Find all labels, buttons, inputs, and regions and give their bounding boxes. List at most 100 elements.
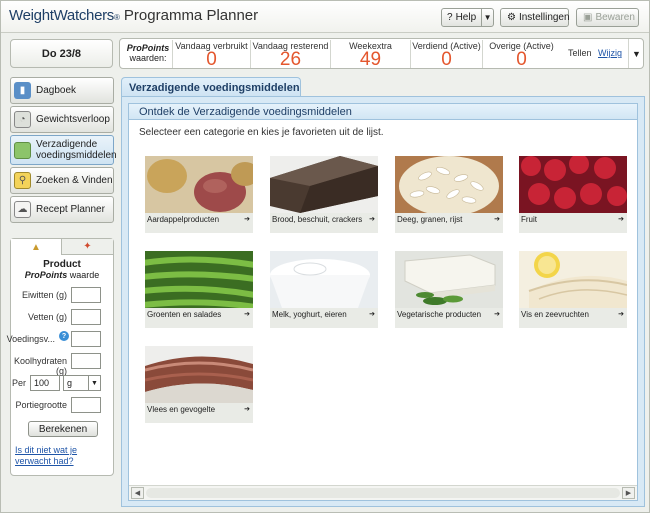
category-label: Deeg, granen, rijst	[395, 213, 503, 233]
points-earned-active: Verdiend (Active) 0	[410, 40, 482, 69]
category-tile-fruit[interactable]: Fruit ➔	[519, 156, 627, 233]
points-used-today: Vandaag verbruikt 0	[172, 40, 250, 69]
per-amount-input[interactable]: 100	[30, 375, 60, 391]
fiber-input[interactable]	[71, 331, 101, 347]
magnifier-icon: ⚲	[14, 172, 31, 189]
app-title: Programma Planner	[123, 7, 259, 24]
category-label: Aardappelproducten	[145, 213, 253, 233]
chevron-down-icon: ▼	[88, 376, 100, 390]
food-bag-icon: ▲	[31, 241, 41, 253]
tab-verzadigende[interactable]: Verzadigende voedingsmiddelen	[121, 77, 301, 97]
category-label: Vegetarische producten	[395, 308, 503, 328]
scroll-left-icon[interactable]: ◀	[131, 487, 144, 499]
panel-title: Ontdek de Verzadigende voedingsmiddelen	[129, 104, 637, 120]
main-panel: Ontdek de Verzadigende voedingsmiddelen …	[121, 96, 645, 507]
calc-subtitle: ProPoints waarde	[24, 270, 100, 280]
category-label: Fruit	[519, 213, 627, 233]
chevron-down-icon[interactable]: ▼	[482, 13, 493, 22]
wijzig-link[interactable]: Wijzig	[598, 48, 622, 58]
tab-activity-calculator[interactable]: ✦	[62, 239, 113, 255]
points-other-active: Overige (Active) 0	[482, 40, 560, 69]
category-label: Melk, yoghurt, eieren	[270, 308, 378, 328]
arrow-right-icon: ➔	[244, 311, 250, 318]
settings-label: Instellingen	[518, 12, 570, 23]
info-icon[interactable]: ?	[59, 331, 69, 341]
nav-item-gewichtsverloop[interactable]: ◔ Gewichtsverloop	[10, 106, 114, 133]
scale-icon: ◔	[14, 111, 31, 128]
category-tile-meat[interactable]: Vlees en gevogelte ➔	[145, 346, 253, 423]
portion-label: Portiegrootte	[15, 400, 67, 410]
arrow-right-icon: ➔	[618, 311, 624, 318]
arrow-right-icon: ➔	[618, 216, 624, 223]
meat-icon	[145, 346, 253, 403]
horizontal-scrollbar[interactable]: ◀ ▶	[129, 485, 637, 500]
save-button[interactable]: ▣ Bewaren	[576, 8, 639, 27]
settings-button[interactable]: ⚙ Instellingen	[500, 8, 570, 27]
panel-intro: Selecteer een categorie en kies je favor…	[139, 127, 384, 138]
carbs-input[interactable]	[71, 353, 101, 369]
question-icon: ?	[447, 12, 453, 23]
app-logo: WeightWatchers ® Programma Planner	[9, 7, 258, 27]
potato-icon	[145, 156, 253, 213]
tab-product-calculator[interactable]: ▲	[11, 239, 62, 255]
arrow-right-icon: ➔	[369, 311, 375, 318]
yoghurt-icon	[270, 251, 378, 308]
nav-item-recept-planner[interactable]: ☁ Recept Planner	[10, 196, 114, 223]
help-link[interactable]: Is dit niet wat je verwacht had?	[15, 445, 105, 467]
gear-icon: ⚙	[507, 12, 516, 23]
points-dropdown-arrow-icon[interactable]: ▼	[628, 39, 644, 68]
protein-input[interactable]	[71, 287, 101, 303]
date-label: Do 23/8	[41, 47, 82, 60]
calculate-button[interactable]: Berekenen	[28, 421, 98, 437]
app-window: WeightWatchers ® Programma Planner ? Help…	[0, 0, 650, 513]
fat-label: Vetten (g)	[27, 312, 67, 322]
brand-name: WeightWatchers	[9, 7, 115, 24]
points-weekly-extra: Weekextra 49	[330, 40, 410, 69]
save-label: Bewaren	[595, 12, 635, 23]
header-bar: WeightWatchers ® Programma Planner ? Help…	[1, 1, 649, 33]
category-tile-bread[interactable]: Brood, beschuit, crackers ➔	[270, 156, 378, 233]
per-label: Per	[12, 378, 27, 388]
chef-hat-icon: ☁	[14, 201, 31, 218]
category-panel: Ontdek de Verzadigende voedingsmiddelen …	[128, 103, 638, 501]
nav-item-dagboek[interactable]: ▮ Dagboek	[10, 77, 114, 104]
nav-item-verzadigende[interactable]: Verzadigende voedingsmiddelen	[10, 135, 117, 165]
category-label: Groenten en salades	[145, 308, 253, 328]
category-tile-pasta[interactable]: Deeg, granen, rijst ➔	[395, 156, 503, 233]
tellen-label: Tellen	[568, 48, 592, 58]
save-icon: ▣	[583, 12, 593, 23]
date-selector[interactable]: Do 23/8	[10, 39, 113, 68]
fat-input[interactable]	[71, 309, 101, 325]
category-tile-potatoes[interactable]: Aardappelproducten ➔	[145, 156, 253, 233]
arrow-right-icon: ➔	[494, 311, 500, 318]
help-button[interactable]: ? Help ▼	[441, 8, 494, 27]
arrow-right-icon: ➔	[244, 216, 250, 223]
per-unit-select[interactable]: g ▼	[63, 375, 101, 391]
arrow-right-icon: ➔	[369, 216, 375, 223]
fish-icon	[519, 251, 627, 308]
points-summary-bar: ProPoints waarden: Vandaag verbruikt 0 Va…	[119, 38, 644, 69]
brand-registered-mark: ®	[114, 13, 120, 22]
green-beans-icon	[145, 251, 253, 308]
carbs-label: Koolhydraten (g)	[13, 356, 67, 376]
portion-input[interactable]	[71, 397, 101, 413]
running-person-icon: ✦	[83, 241, 92, 252]
scrollbar-track[interactable]	[146, 488, 620, 498]
category-tile-vegetarian[interactable]: Vegetarische producten ➔	[395, 251, 503, 328]
category-tile-fish[interactable]: Vis en zeevruchten ➔	[519, 251, 627, 328]
propoints-label: ProPoints waarden:	[126, 43, 170, 63]
category-tile-vegetables[interactable]: Groenten en salades ➔	[145, 251, 253, 328]
scroll-right-icon[interactable]: ▶	[622, 487, 635, 499]
points-remaining-today: Vandaag resterend 26	[250, 40, 330, 69]
green-food-icon	[14, 141, 31, 159]
nav-item-zoeken[interactable]: ⚲ Zoeken & Vinden	[10, 167, 114, 194]
bread-icon	[270, 156, 378, 213]
arrow-right-icon: ➔	[244, 406, 250, 413]
raspberry-icon	[519, 156, 627, 213]
calc-title: Product	[43, 259, 81, 270]
pasta-icon	[395, 156, 503, 213]
diary-book-icon: ▮	[14, 82, 31, 99]
category-label: Brood, beschuit, crackers	[270, 213, 378, 233]
category-label: Vis en zeevruchten	[519, 308, 627, 328]
category-tile-dairy[interactable]: Melk, yoghurt, eieren ➔	[270, 251, 378, 328]
